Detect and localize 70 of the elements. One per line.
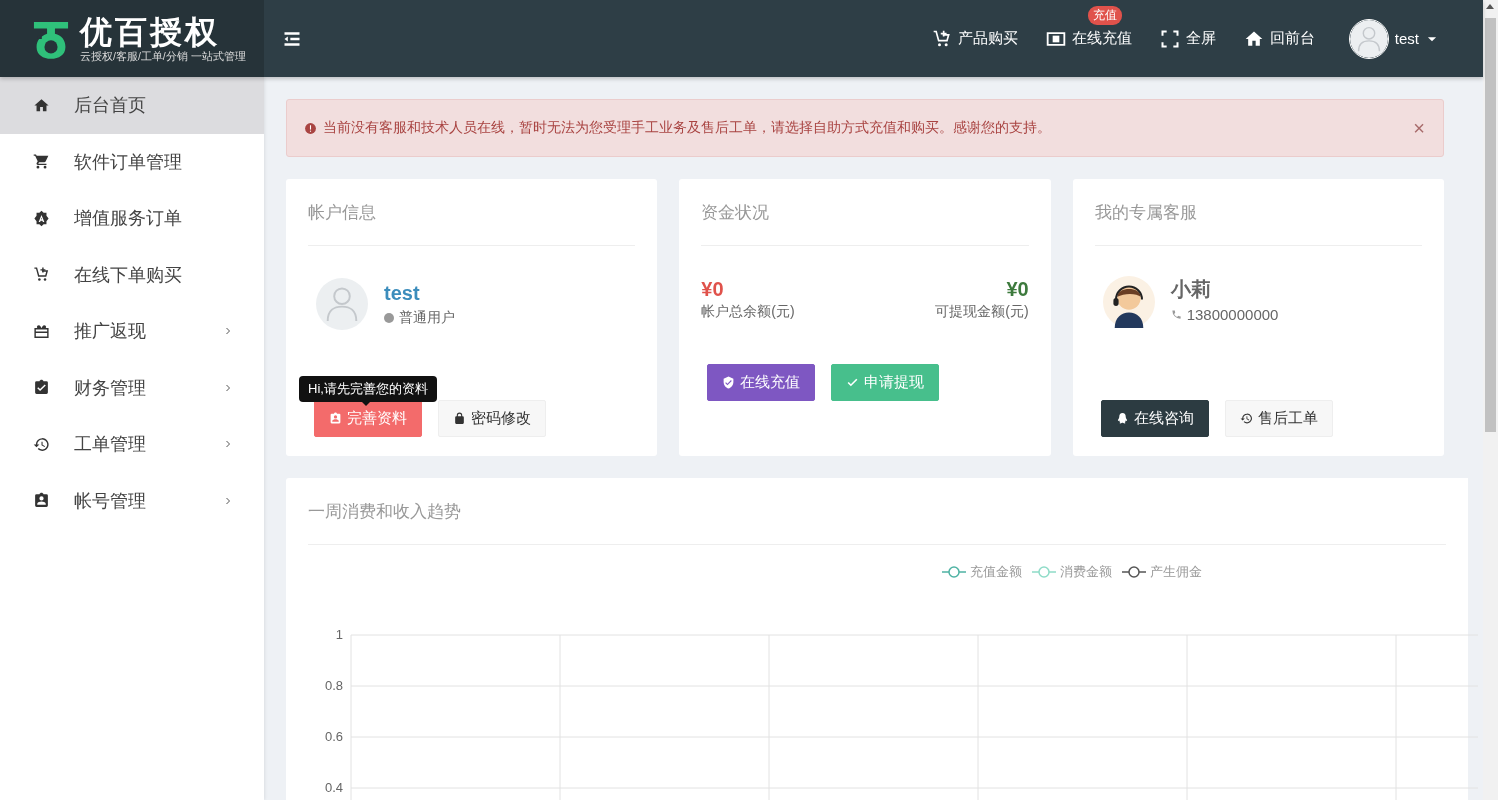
sidebar-item[interactable]: 工单管理 bbox=[0, 416, 264, 473]
action-button[interactable]: 密码修改 bbox=[438, 400, 546, 437]
nav-label: 全屏 bbox=[1185, 29, 1216, 48]
axis-tick-label: 0.4 bbox=[324, 780, 343, 795]
nav-badge: 充值 bbox=[1087, 6, 1122, 25]
id-badge-icon bbox=[329, 412, 342, 425]
nav-label: 产品购买 bbox=[957, 29, 1018, 48]
agent-name: 小莉 bbox=[1170, 277, 1212, 302]
action-button[interactable]: 在线咨询 bbox=[1100, 400, 1209, 437]
balance-label: 可提现金额(元) bbox=[935, 303, 1029, 321]
cart-icon bbox=[33, 153, 50, 171]
balance-amount: ¥0 bbox=[1006, 278, 1029, 301]
agent-phone: 13800000000 bbox=[1186, 306, 1279, 323]
cart-plus-icon bbox=[33, 266, 50, 284]
check-icon bbox=[846, 376, 860, 389]
action-button[interactable]: 售后工单 bbox=[1224, 400, 1333, 437]
avatar-icon bbox=[1348, 18, 1389, 59]
cart-plus-icon bbox=[931, 28, 952, 49]
sidebar-item[interactable]: 增值服务订单 bbox=[0, 190, 264, 247]
penguin-icon bbox=[1115, 412, 1129, 425]
nav-label: 回前台 bbox=[1269, 29, 1315, 48]
id-badge-icon bbox=[33, 492, 50, 510]
balance-amount: ¥0 bbox=[701, 278, 725, 301]
nav-link[interactable]: 回前台 bbox=[1229, 0, 1329, 77]
legend-label: 充值金额 bbox=[970, 563, 1022, 581]
agent-drawing bbox=[1102, 276, 1155, 328]
user-role: 普通用户 bbox=[399, 308, 455, 327]
user-name: test bbox=[1394, 30, 1419, 47]
sidebar-item[interactable]: 推广返现 bbox=[0, 303, 264, 360]
history-icon bbox=[1239, 412, 1253, 425]
nav-link[interactable]: 全屏 bbox=[1145, 0, 1230, 77]
shield-icon bbox=[722, 376, 736, 389]
alert-icon bbox=[304, 121, 317, 135]
avatar-icon bbox=[316, 278, 368, 330]
axis-tick-label: 0.8 bbox=[324, 678, 343, 693]
clipboard-check-icon bbox=[33, 379, 50, 397]
sidebar-item[interactable]: 后台首页 bbox=[0, 77, 264, 134]
home-icon bbox=[33, 96, 50, 114]
user-menu[interactable]: test bbox=[1328, 0, 1483, 77]
fullscreen-icon bbox=[1159, 28, 1180, 49]
phone-icon bbox=[1170, 309, 1182, 320]
axis-tick-label: 0.6 bbox=[324, 729, 343, 744]
card-title: 一周消费和收入趋势 bbox=[308, 478, 1446, 545]
card-title: 资金状况 bbox=[701, 179, 1029, 246]
gift-icon bbox=[33, 322, 50, 340]
action-button[interactable]: 在线充值 bbox=[707, 364, 816, 401]
nav-link[interactable]: 产品购买 bbox=[917, 0, 1032, 77]
lock-icon bbox=[453, 412, 466, 425]
tooltip: Hi,请先完善您的资料 bbox=[299, 376, 437, 402]
legend-label: 产生佣金 bbox=[1150, 563, 1202, 581]
card-title: 我的专属客服 bbox=[1094, 179, 1422, 246]
sidebar-item[interactable]: 财务管理 bbox=[0, 359, 264, 416]
sidebar-item[interactable]: 帐号管理 bbox=[0, 472, 264, 529]
sidebar-item[interactable]: 在线下单购买 bbox=[0, 246, 264, 303]
card-title: 帐户信息 bbox=[308, 179, 636, 246]
sidebar-item[interactable]: 软件订单管理 bbox=[0, 133, 264, 190]
logo-title: 优百授权 bbox=[80, 13, 221, 50]
alert-text: 当前没有客服和技术人员在线，暂时无法为您受理手工业务及售后工单，请选择自助方式充值和购买。感谢您的支持。 bbox=[323, 119, 1052, 137]
legend-label: 消费金额 bbox=[1060, 563, 1112, 581]
user-name: test bbox=[384, 281, 421, 305]
scroll-up-arrow[interactable] bbox=[1486, 4, 1494, 9]
nav-label: 在线充值 bbox=[1071, 29, 1132, 48]
status-dot bbox=[384, 312, 394, 323]
balance-label: 帐户总余额(元) bbox=[701, 303, 795, 321]
axis-tick-label: 1 bbox=[335, 627, 343, 642]
scrollbar-thumb[interactable] bbox=[1485, 18, 1496, 432]
history-icon bbox=[33, 435, 50, 453]
logo-subtitle: 云授权/客服/工单/分销 一站式管理 bbox=[80, 49, 246, 64]
badge-icon bbox=[33, 209, 50, 227]
nav-link[interactable]: 充值 在线充值 bbox=[1031, 0, 1146, 77]
